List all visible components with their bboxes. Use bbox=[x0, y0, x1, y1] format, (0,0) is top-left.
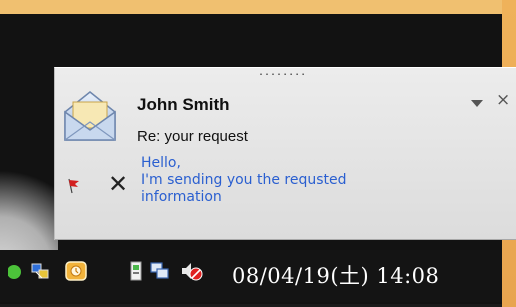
flag-icon[interactable] bbox=[67, 178, 81, 194]
envelope-icon bbox=[64, 91, 116, 141]
clock[interactable]: 08/04/19(土) 14:08 bbox=[232, 260, 439, 290]
drag-grip[interactable]: ........ bbox=[258, 68, 306, 78]
preview-line: Hello, bbox=[141, 155, 181, 171]
message-preview[interactable]: Hello, I'm sending you the requsted info… bbox=[141, 155, 461, 206]
network-device-icon[interactable] bbox=[30, 260, 50, 282]
system-tray: 08/04/19(土) 14:08 bbox=[0, 250, 502, 302]
backdrop bbox=[0, 0, 516, 14]
message-subject: Re: your request bbox=[137, 128, 248, 145]
new-mail-alert[interactable]: ........ John Smith Re: your request Hel… bbox=[54, 67, 516, 240]
close-icon[interactable]: × bbox=[496, 90, 510, 110]
outlook-reminder-icon[interactable] bbox=[64, 260, 88, 282]
delete-icon[interactable]: ✕ bbox=[105, 171, 131, 197]
safely-remove-hardware-icon[interactable] bbox=[126, 260, 146, 282]
sender-name: John Smith bbox=[137, 95, 230, 114]
volume-muted-icon[interactable] bbox=[180, 260, 204, 282]
network-connections-icon[interactable] bbox=[150, 260, 170, 282]
preview-line: information bbox=[141, 189, 222, 205]
options-dropdown-icon[interactable] bbox=[471, 100, 483, 107]
preview-line: I'm sending you the requsted bbox=[141, 172, 347, 188]
app-icon[interactable] bbox=[8, 260, 28, 282]
